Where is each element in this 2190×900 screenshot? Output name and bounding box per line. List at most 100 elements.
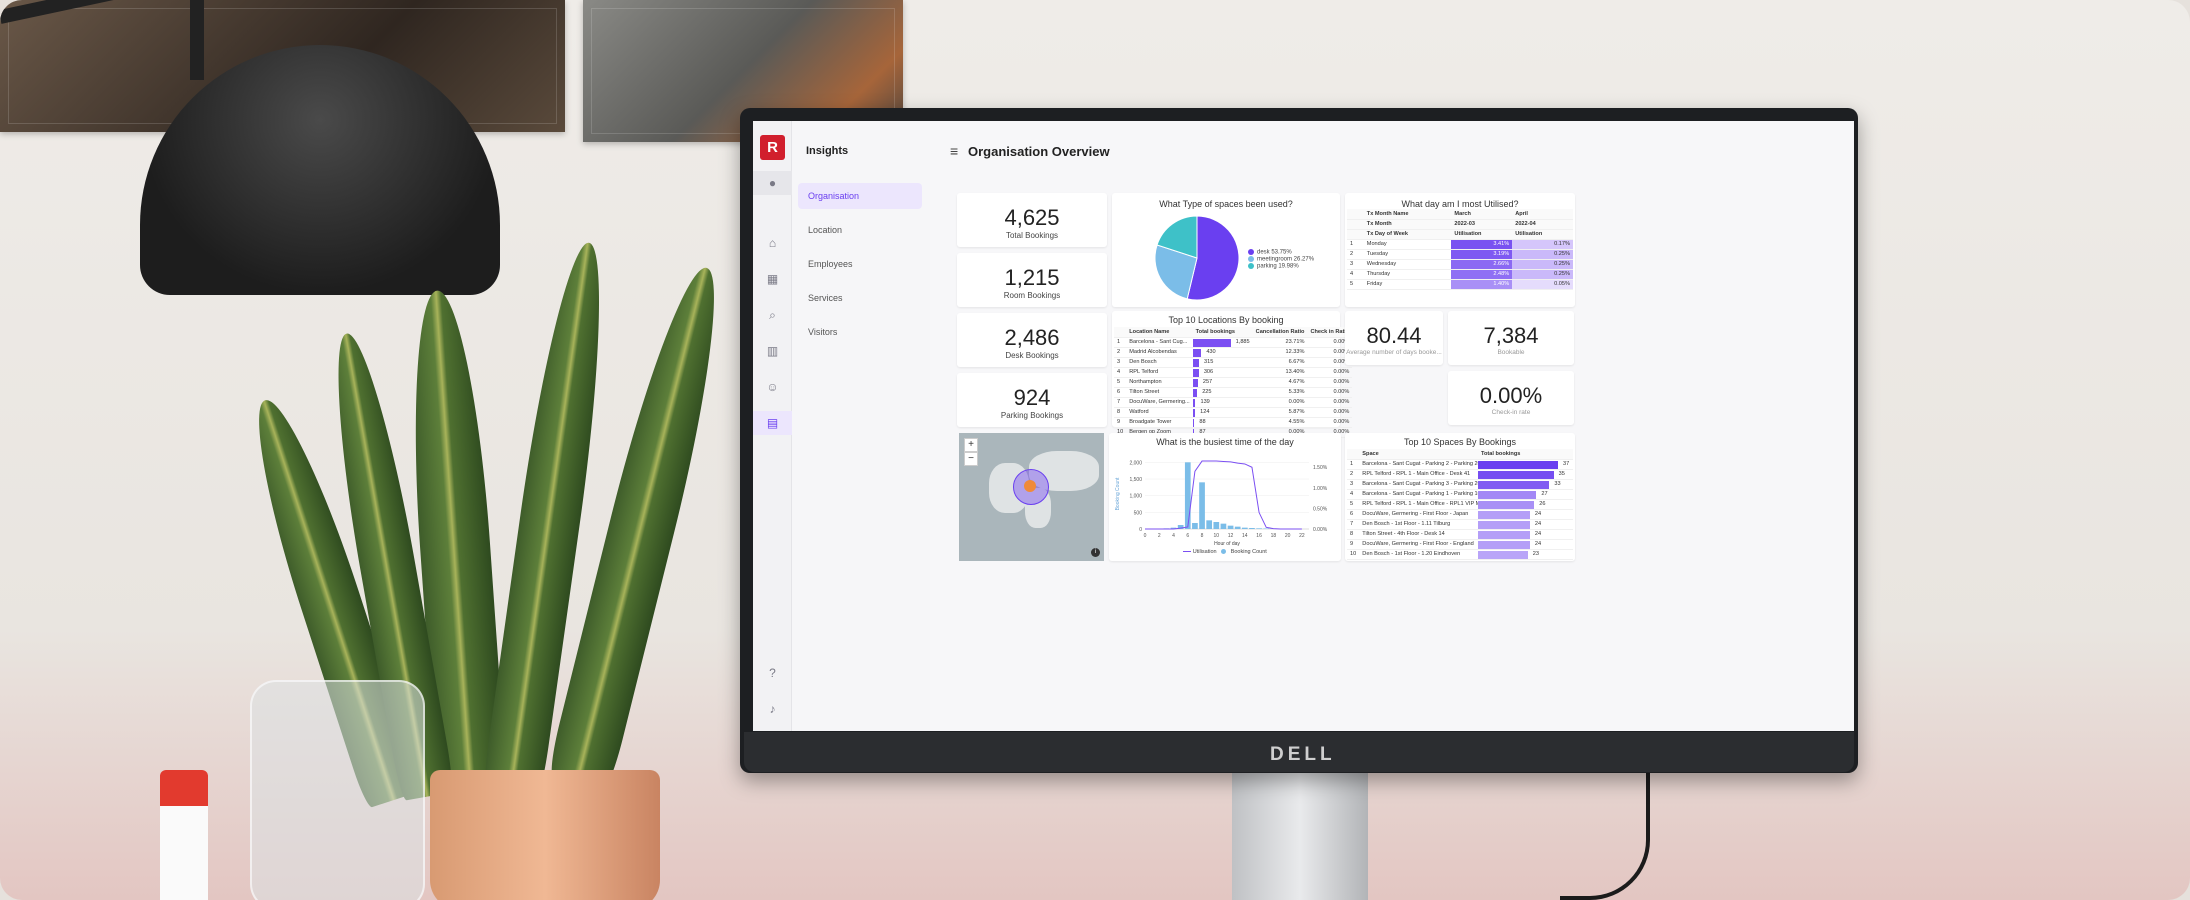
app-logo[interactable]: R: [760, 135, 785, 160]
day-table-header-row: Tx Month Name March April: [1347, 209, 1573, 220]
bookings-bar: [1192, 338, 1231, 347]
location-pin-icon[interactable]: ●: [753, 171, 792, 195]
header-label: Tx Day of Week: [1363, 229, 1452, 240]
pie-legend-desk: desk 53.75%: [1248, 249, 1292, 256]
table-row[interactable]: 3 Barcelona - Sant Cugat - Parking 3 - Pa…: [1347, 479, 1573, 490]
table-row[interactable]: 2 RPL Telford - RPL 1 - Main Office - Des…: [1347, 469, 1573, 480]
x-tick-label: 14: [1242, 533, 1248, 539]
x-tick-label: 6: [1186, 533, 1189, 539]
row-index: 8: [1114, 407, 1127, 418]
table-row[interactable]: 5 RPL Telford - RPL 1 - Main Office - RPL…: [1347, 499, 1573, 510]
row-index: 2: [1347, 469, 1360, 480]
map-info-icon[interactable]: i: [1091, 548, 1100, 557]
bookings-bar: [1192, 408, 1196, 417]
table-row[interactable]: 2 Madrid Alcobendas 430 12.33% 0.00%: [1114, 347, 1353, 358]
total-bookings: 430: [1192, 347, 1253, 358]
row-index: 1: [1347, 459, 1360, 470]
zoom-out-button[interactable]: −: [964, 452, 978, 466]
y-tick-label: 1,000: [1129, 494, 1142, 500]
bookings-value: 139: [1200, 399, 1210, 405]
face-icon[interactable]: ☺: [753, 375, 792, 399]
space-name: Tilton Street - 4th Floor - Desk 14: [1359, 529, 1478, 540]
total-bookings: 24: [1478, 509, 1573, 520]
space-name: Barcelona - Sant Cugat - Parking 3 - Par…: [1359, 479, 1478, 490]
table-row[interactable]: 1 Barcelona - Sant Cugat - Parking 2 - Pa…: [1347, 459, 1573, 470]
day-table-header-row: Tx Month 2022-03 2022-04: [1347, 219, 1573, 230]
bookings-bar: [1478, 460, 1558, 469]
sidebar-item-organisation[interactable]: Organisation: [798, 183, 922, 209]
locations-map[interactable]: + − i: [959, 433, 1104, 561]
table-row[interactable]: 6 DocuWare, Germering - First Floor - Jap…: [1347, 509, 1573, 520]
table-row[interactable]: 9 DocuWare, Germering - First Floor - Eng…: [1347, 539, 1573, 550]
spaces-card: Top 10 Spaces By Bookings Space Total boo…: [1345, 433, 1575, 561]
help-icon[interactable]: ?: [753, 661, 792, 685]
space-name: Barcelona - Sant Cugat - Parking 2 - Par…: [1359, 459, 1478, 470]
bookings-bar: [1192, 358, 1199, 367]
insights-icon[interactable]: ▤: [753, 411, 792, 435]
utilisation-march: 1.40%: [1451, 279, 1513, 290]
header-col-a: March: [1451, 209, 1513, 220]
sidebar-title: Insights: [806, 145, 849, 157]
lamp-arm-joint: [190, 0, 204, 80]
sidebar-item-location[interactable]: Location: [798, 217, 922, 243]
row-index: 7: [1347, 519, 1360, 530]
location-name: RPL Telford: [1126, 367, 1193, 378]
kpi-checkin-rate: 0.00% Check-in rate: [1448, 371, 1574, 425]
zoom-in-button[interactable]: +: [964, 438, 978, 452]
row-index: 3: [1347, 259, 1364, 270]
background-photo: DELL R ● ⌂ ▦ ⌕ ▥ ☺ ▤ ? ♪ Insights Organi…: [0, 0, 2190, 900]
table-row[interactable]: 7 Den Bosch - 1st Floor - 1.11 Tilburg 24: [1347, 519, 1573, 530]
sidebar-item-employees[interactable]: Employees: [798, 251, 922, 277]
table-row[interactable]: 4 RPL Telford 306 13.40% 0.00%: [1114, 367, 1353, 378]
day-name: Wednesday: [1363, 259, 1452, 270]
row-index: 3: [1347, 479, 1360, 490]
location-name: Tilton Street: [1126, 387, 1193, 398]
table-row[interactable]: 6 Tilton Street 225 5.33% 0.00%: [1114, 387, 1353, 398]
utilisation-march: 3.41%: [1451, 239, 1513, 250]
kpi-value: 1,215: [1004, 265, 1060, 290]
main-content: ≡ Organisation Overview 4,625 Total Book…: [930, 121, 1854, 731]
table-row[interactable]: 9 Broadgate Tower 88 4.55% 0.00%: [1114, 417, 1353, 428]
table-row[interactable]: 10 Den Bosch - 1st Floor - 1.20 Eindhoven…: [1347, 549, 1573, 560]
table-row[interactable]: 3 Den Bosch 315 6.67% 0.00%: [1114, 357, 1353, 368]
monitor-cable: [1560, 772, 1650, 900]
location-name: DocuWare, Germering...: [1126, 397, 1193, 408]
busiest-legend: Utilisation Booking Count: [1109, 549, 1341, 555]
table-row[interactable]: 8 Watford 124 5.87% 0.00%: [1114, 407, 1353, 418]
sidebar-item-visitors[interactable]: Visitors: [798, 319, 922, 345]
cancellation-ratio: 5.87%: [1252, 407, 1308, 418]
legend-booking-count: Booking Count: [1230, 549, 1267, 555]
table-row[interactable]: 4 Barcelona - Sant Cugat - Parking 1 - Pa…: [1347, 489, 1573, 500]
row-index: 4: [1347, 269, 1364, 280]
column-header: Space: [1359, 449, 1478, 460]
row-index: 2: [1114, 347, 1127, 358]
kpi-value: 80.44: [1366, 323, 1422, 348]
utilisation-april: 0.25%: [1512, 259, 1573, 270]
legend-utilisation: Utilisation: [1192, 549, 1217, 555]
home-icon[interactable]: ⌂: [753, 231, 792, 255]
sidebar-item-services[interactable]: Services: [798, 285, 922, 311]
bookings-value: 24: [1534, 531, 1542, 537]
total-bookings: 24: [1478, 529, 1573, 540]
search-building-icon[interactable]: ⌕: [753, 303, 792, 327]
row-index: 10: [1347, 549, 1360, 560]
location-name: Northampton: [1126, 377, 1193, 388]
map-icon[interactable]: ▥: [753, 339, 792, 363]
table-row[interactable]: 7 DocuWare, Germering... 139 0.00% 0.00%: [1114, 397, 1353, 408]
kpi-value: 2,486: [1004, 325, 1060, 350]
bell-icon[interactable]: ♪: [753, 697, 792, 721]
table-row[interactable]: 8 Tilton Street - 4th Floor - Desk 14 24: [1347, 529, 1573, 540]
y-tick-label: 500: [1134, 510, 1143, 516]
kpi-label: Desk Bookings: [1005, 351, 1059, 360]
bookings-value: 33: [1554, 481, 1561, 487]
table-row[interactable]: 5 Northampton 257 4.67% 0.00%: [1114, 377, 1353, 388]
checkin-ratio: 0.00%: [1307, 387, 1353, 398]
day-table-row: 4 Thursday 2.48% 0.25%: [1347, 269, 1573, 280]
location-name: Barcelona - Sant Cug...: [1126, 337, 1193, 348]
calendar-icon[interactable]: ▦: [753, 267, 792, 291]
kpi-label: Room Bookings: [1003, 291, 1061, 300]
menu-icon[interactable]: ≡: [950, 143, 958, 159]
cancellation-ratio: 13.40%: [1252, 367, 1308, 378]
table-row[interactable]: 1 Barcelona - Sant Cug... 1,885 23.71% 0.00%: [1114, 337, 1353, 348]
kpi-label: Parking Bookings: [1000, 411, 1064, 420]
